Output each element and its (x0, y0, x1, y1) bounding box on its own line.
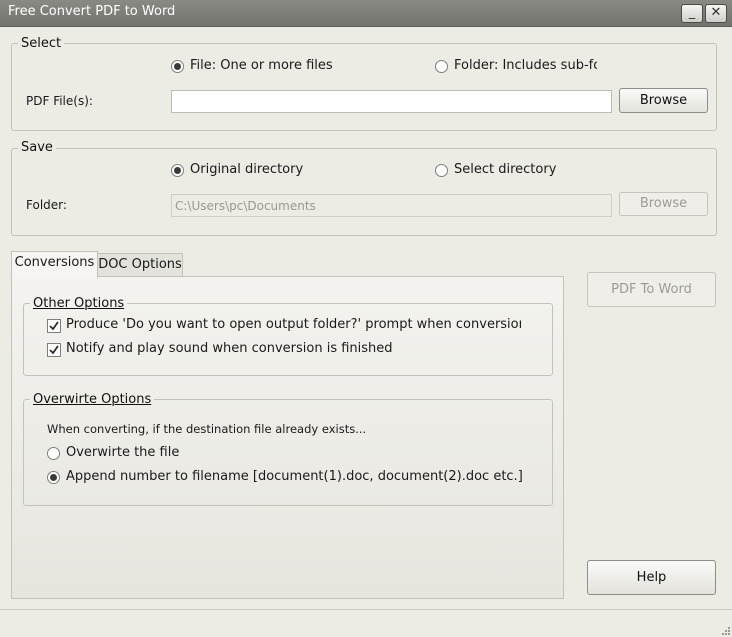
file-radio[interactable] (171, 60, 184, 73)
folder-radio[interactable] (435, 60, 448, 73)
pdf-files-input[interactable] (171, 90, 612, 113)
status-bar-divider (0, 609, 732, 610)
other-options-legend: Other Options (30, 296, 128, 311)
tab-conversions[interactable]: Conversions (11, 251, 98, 278)
notify-checkbox[interactable] (47, 343, 61, 357)
save-legend: Save (18, 140, 56, 155)
pdf-browse-button[interactable]: Browse (619, 88, 708, 113)
overwrite-radio[interactable] (47, 447, 60, 460)
minimize-button[interactable]: _ (681, 4, 703, 23)
close-button[interactable]: ✕ (705, 4, 727, 23)
overwrite-label[interactable]: Overwirte the file (66, 445, 179, 460)
save-group (11, 148, 717, 236)
folder-browse-button[interactable]: Browse (619, 192, 708, 216)
other-options-group (23, 303, 553, 376)
folder-label: Folder: (26, 198, 67, 212)
checkmark-icon (49, 345, 59, 355)
help-button[interactable]: Help (587, 560, 716, 595)
select-directory-label[interactable]: Select directory (454, 162, 556, 177)
select-directory-radio[interactable] (435, 164, 448, 177)
file-radio-label[interactable]: File: One or more files (190, 58, 333, 73)
append-label[interactable]: Append number to filename [document(1).d… (66, 469, 523, 484)
notify-label[interactable]: Notify and play sound when conversion is… (66, 341, 393, 356)
window-title: Free Convert PDF to Word (8, 4, 176, 19)
select-legend: Select (18, 36, 65, 51)
folder-radio-label[interactable]: Folder: Includes sub-folders (454, 58, 597, 73)
overwrite-description: When converting, if the destination file… (47, 422, 367, 436)
append-radio[interactable] (47, 471, 60, 484)
select-group (11, 43, 717, 131)
pdf-to-word-button[interactable]: PDF To Word (587, 272, 716, 307)
prompt-checkbox[interactable] (47, 319, 61, 333)
checkmark-icon (49, 321, 59, 331)
folder-input[interactable]: C:\Users\pc\Documents (171, 194, 612, 217)
minimize-icon: _ (688, 5, 696, 20)
original-directory-label[interactable]: Original directory (190, 162, 303, 177)
original-directory-radio[interactable] (171, 164, 184, 177)
pdf-files-label: PDF File(s): (26, 94, 93, 108)
close-icon: ✕ (710, 5, 722, 20)
tab-doc-options[interactable]: DOC Options (97, 253, 183, 276)
prompt-label[interactable]: Produce 'Do you want to open output fold… (66, 317, 521, 332)
overwrite-options-legend: Overwirte Options (30, 392, 155, 407)
resize-grip-icon[interactable] (720, 625, 730, 635)
